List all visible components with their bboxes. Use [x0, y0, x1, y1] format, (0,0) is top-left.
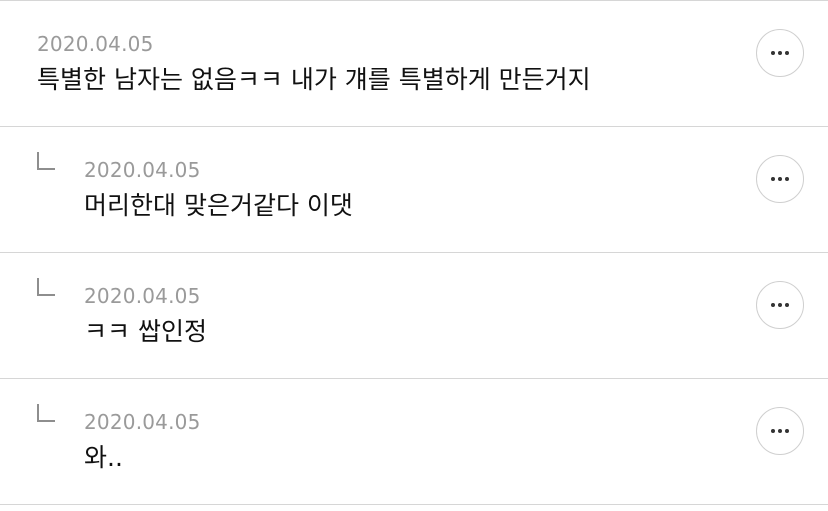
- more-horizontal-icon: [771, 177, 775, 181]
- more-horizontal-icon: [785, 177, 789, 181]
- reply-arrow-icon: [37, 152, 55, 170]
- comment-date: 2020.04.05: [84, 284, 201, 308]
- more-options-button[interactable]: [756, 407, 804, 455]
- more-horizontal-icon: [778, 51, 782, 55]
- reply-arrow-icon: [37, 278, 55, 296]
- more-horizontal-icon: [785, 51, 789, 55]
- reply-arrow-icon: [37, 404, 55, 422]
- comment-date: 2020.04.05: [37, 32, 154, 56]
- comment-content: 2020.04.05 ㅋㅋ 쌉인정: [84, 284, 728, 347]
- more-horizontal-icon: [785, 303, 789, 307]
- reply-item: 2020.04.05 와..: [0, 379, 828, 505]
- comment-list: 2020.04.05 특별한 남자는 없음ㅋㅋ 내가 걔를 특별하게 만든거지 …: [0, 0, 828, 511]
- more-horizontal-icon: [778, 177, 782, 181]
- comment-text: ㅋㅋ 쌉인정: [84, 317, 207, 346]
- more-options-button[interactable]: [756, 29, 804, 77]
- comment-text: 특별한 남자는 없음ㅋㅋ 내가 걔를 특별하게 만든거지: [37, 65, 591, 94]
- comment-date: 2020.04.05: [84, 158, 201, 182]
- reply-item: 2020.04.05 머리한대 맞은거같다 이댓: [0, 127, 828, 253]
- more-horizontal-icon: [771, 429, 775, 433]
- more-horizontal-icon: [785, 429, 789, 433]
- more-horizontal-icon: [778, 429, 782, 433]
- comment-content: 2020.04.05 와..: [84, 410, 728, 473]
- more-options-button[interactable]: [756, 155, 804, 203]
- comment-date: 2020.04.05: [84, 410, 201, 434]
- reply-item: 2020.04.05 ㅋㅋ 쌉인정: [0, 253, 828, 379]
- comment-content: 2020.04.05 머리한대 맞은거같다 이댓: [84, 158, 728, 221]
- more-horizontal-icon: [771, 51, 775, 55]
- more-horizontal-icon: [778, 303, 782, 307]
- comment-text: 머리한대 맞은거같다 이댓: [84, 191, 353, 220]
- more-options-button[interactable]: [756, 281, 804, 329]
- comment-item: 2020.04.05 특별한 남자는 없음ㅋㅋ 내가 걔를 특별하게 만든거지: [0, 1, 828, 127]
- comment-text: 와..: [84, 443, 123, 472]
- more-horizontal-icon: [771, 303, 775, 307]
- comment-content: 2020.04.05 특별한 남자는 없음ㅋㅋ 내가 걔를 특별하게 만든거지: [37, 32, 728, 95]
